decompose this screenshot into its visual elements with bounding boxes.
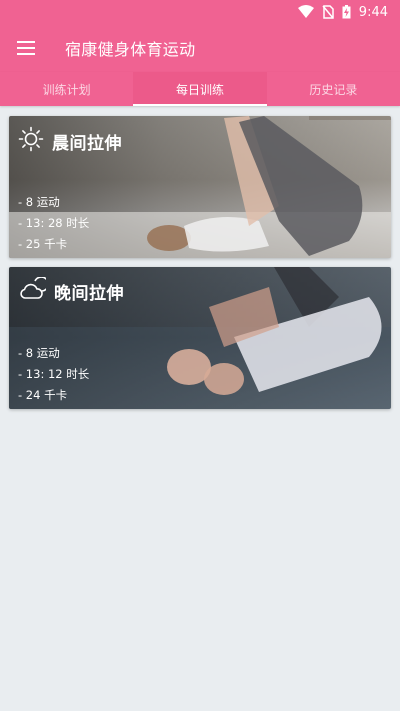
card-title: 晨间拉伸 [52,133,122,154]
cloud-moon-icon [18,276,50,305]
battery-charging-icon [342,5,351,19]
evening-stretch-card[interactable]: 晚间拉伸 - 8 运动 - 13: 12 时长 - 24 千卡 [9,267,391,409]
tab-daily-training[interactable]: 每日训练 [133,72,267,106]
card-header: 晚间拉伸 [18,276,124,305]
exercise-count: - 8 运动 [18,346,60,360]
card-stats: - 8 运动 - 13: 28 时长 - 25 千卡 [18,192,89,255]
morning-stretch-card[interactable]: 晨间拉伸 - 8 运动 - 13: 28 时长 - 25 千卡 [9,116,391,258]
tab-history[interactable]: 历史记录 [267,72,400,106]
no-sim-icon [322,5,334,19]
sun-icon [18,126,44,156]
calories: - 25 千卡 [18,237,68,251]
status-bar: 9:44 [0,0,400,24]
wifi-icon [297,5,314,19]
duration: - 13: 28 时长 [18,216,90,230]
card-stats: - 8 运动 - 13: 12 时长 - 24 千卡 [18,343,89,406]
tab-bar: 训练计划 每日训练 历史记录 [0,72,400,106]
exercise-count: - 8 运动 [18,195,60,209]
calories: - 24 千卡 [18,388,68,402]
card-title: 晚间拉伸 [54,283,124,304]
status-time: 9:44 [358,4,388,20]
hamburger-menu-icon[interactable] [2,24,50,72]
card-header: 晨间拉伸 [18,126,122,156]
app-title: 宿康健身体育运动 [65,40,196,59]
duration: - 13: 12 时长 [18,367,90,381]
app-bar: 宿康健身体育运动 [0,24,400,72]
tab-training-plan[interactable]: 训练计划 [0,72,133,106]
